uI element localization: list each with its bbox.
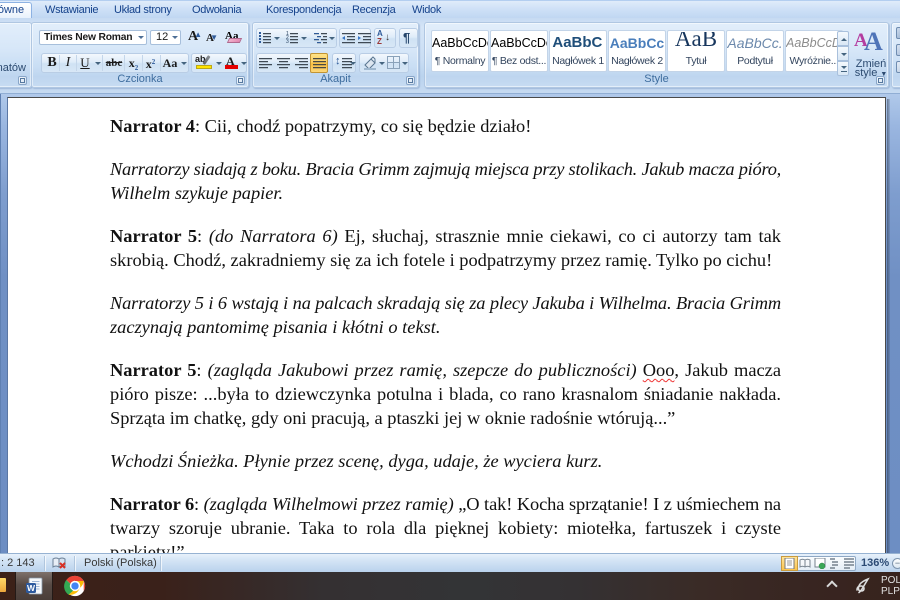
svg-text:W: W xyxy=(27,583,36,593)
